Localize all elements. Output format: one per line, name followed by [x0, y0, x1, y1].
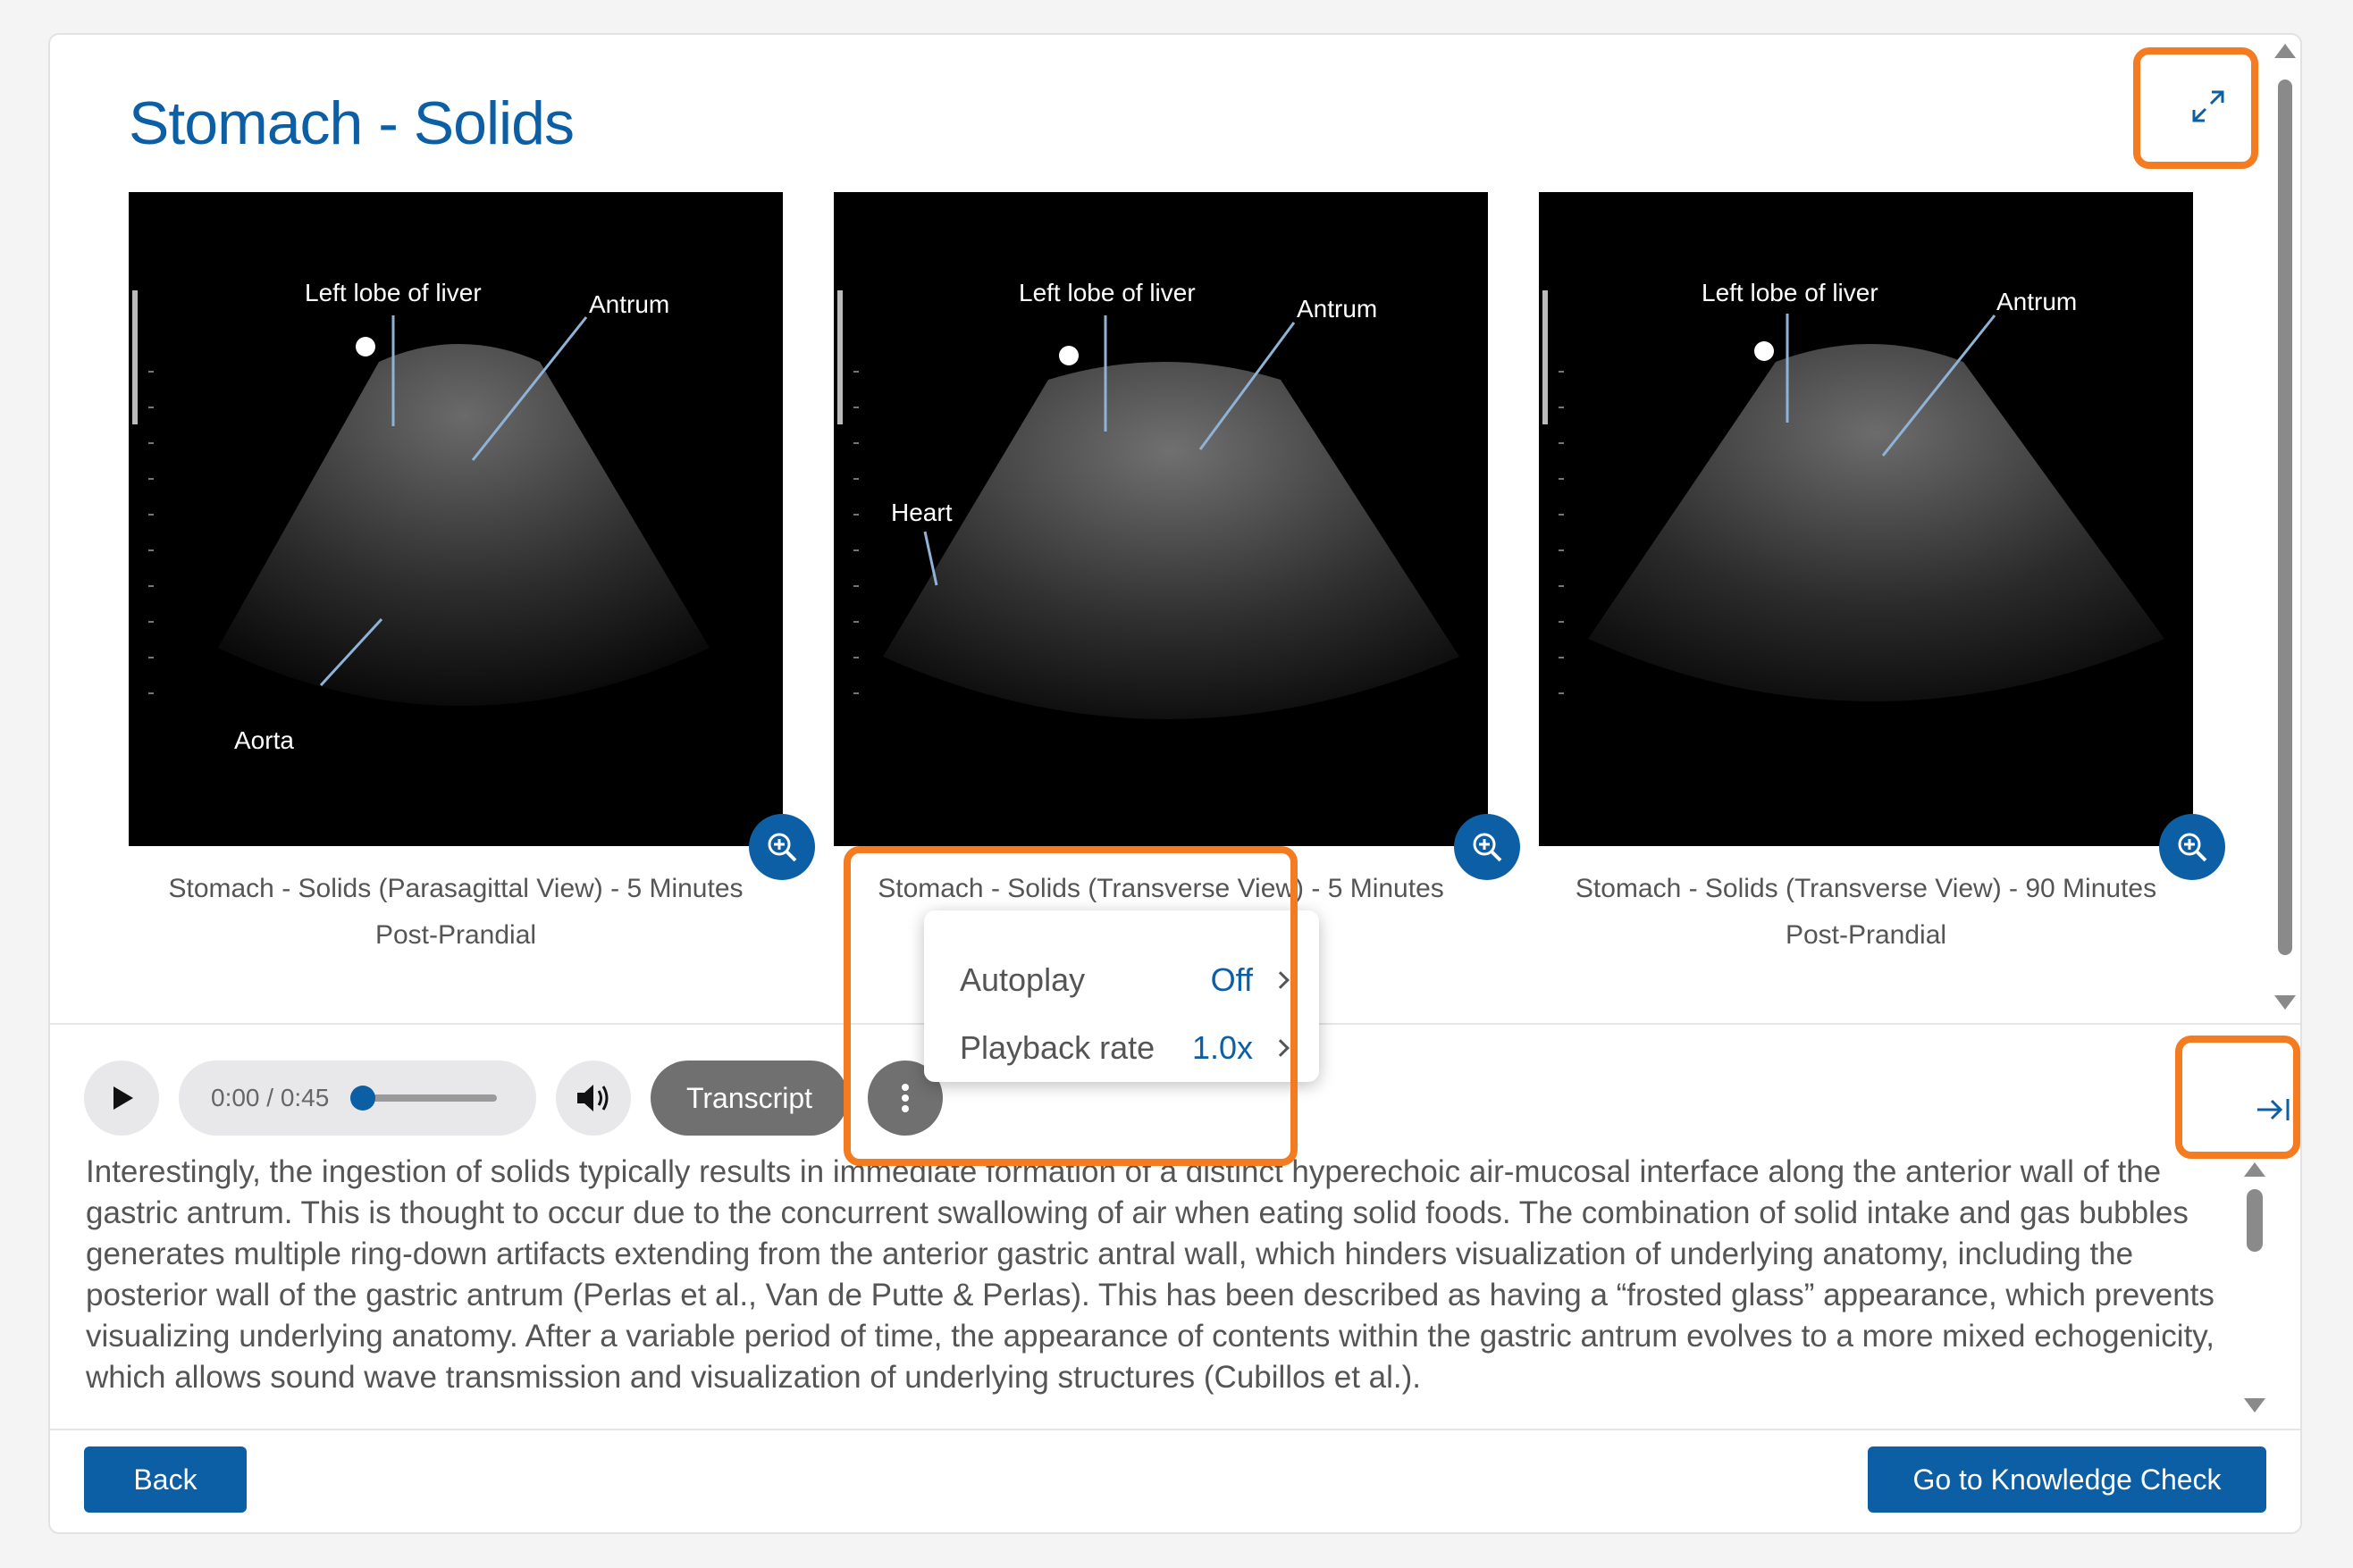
- ultrasound-image-transverse-90: Left lobe of liver Antrum: [1539, 192, 2193, 846]
- scrollbar-thumb[interactable]: [2278, 80, 2292, 955]
- ultrasound-image: Left lobe of liver Antrum: [1539, 192, 2193, 846]
- volume-icon: [577, 1085, 609, 1111]
- scroll-down-icon[interactable]: [2274, 995, 2296, 1010]
- settings-menu: Autoplay Off Playback rate 1.0x: [924, 910, 1319, 1082]
- menu-item-autoplay[interactable]: Autoplay Off: [960, 953, 1290, 1007]
- volume-button[interactable]: [556, 1061, 631, 1136]
- caption-line: Stomach - Solids (Transverse View) - 90 …: [1575, 874, 2157, 903]
- autoplay-label: Autoplay: [960, 961, 1086, 998]
- collapse-panel-button[interactable]: [2233, 1069, 2300, 1150]
- label-heart: Heart: [891, 499, 953, 526]
- ultrasound-image-transverse-5: Left lobe of liver Antrum Heart: [834, 192, 1488, 846]
- scrollbar-thumb[interactable]: [2247, 1189, 2263, 1252]
- caption-line: Post-Prandial: [374, 920, 537, 950]
- back-button[interactable]: Back: [84, 1446, 247, 1513]
- audio-player: 0:00 / 0:45 Transcript: [84, 1061, 944, 1136]
- scroll-up-icon[interactable]: [2244, 1162, 2265, 1177]
- playback-rate-value: 1.0x: [1191, 1029, 1253, 1066]
- zoom-in-icon: [2178, 833, 2207, 862]
- caption-line: Stomach - Solids (Transverse View) - 5 M…: [878, 874, 1444, 903]
- more-vertical-icon: [902, 1084, 910, 1112]
- arrow-to-right-icon: [2257, 1099, 2290, 1120]
- fullscreen-button[interactable]: [2164, 62, 2253, 151]
- footer-divider: [50, 1429, 2300, 1430]
- label-antrum: Antrum: [589, 290, 669, 318]
- scroll-down-icon[interactable]: [2244, 1398, 2265, 1413]
- play-button[interactable]: [84, 1061, 159, 1136]
- play-icon: [113, 1086, 133, 1110]
- playback-rate-label: Playback rate: [960, 1029, 1155, 1066]
- transcript-text: Interestingly, the ingestion of solids t…: [86, 1154, 2214, 1395]
- ultrasound-image-parasagittal: Left lobe of liver Antrum Aorta: [129, 192, 783, 846]
- image-caption-3: Stomach - Solids (Transverse View) - 90 …: [1539, 866, 2193, 959]
- label-liver: Left lobe of liver: [1019, 279, 1196, 306]
- ultrasound-image: Left lobe of liver Antrum Aorta: [129, 192, 783, 846]
- zoom-in-icon: [1473, 833, 1502, 862]
- page-title: Stomach - Solids: [129, 89, 575, 157]
- label-aorta: Aorta: [234, 726, 294, 754]
- progress-pill: 0:00 / 0:45: [179, 1061, 536, 1136]
- scroll-up-icon[interactable]: [2274, 44, 2296, 58]
- chevron-right-icon: [1272, 1039, 1290, 1057]
- caption-line: Stomach - Solids (Parasagittal View) - 5…: [168, 874, 744, 903]
- label-liver: Left lobe of liver: [1702, 279, 1878, 306]
- label-antrum: Antrum: [1996, 288, 2077, 315]
- label-antrum: Antrum: [1297, 295, 1377, 323]
- page-scrollbar[interactable]: [2270, 35, 2300, 1018]
- caption-line: Post-Prandial: [1785, 920, 1947, 950]
- transcript-scrollbar[interactable]: [2240, 1162, 2270, 1430]
- expand-icon: [2192, 90, 2224, 122]
- time-display: 0:00 / 0:45: [211, 1084, 330, 1111]
- content-card: Stomach - Solids Left lobe of liver Antr…: [48, 33, 2302, 1534]
- transcript-button[interactable]: Transcript: [651, 1061, 849, 1136]
- autoplay-value: Off: [1210, 961, 1253, 998]
- menu-item-playback-rate[interactable]: Playback rate 1.0x: [960, 1021, 1290, 1075]
- label-liver: Left lobe of liver: [305, 279, 482, 306]
- progress-slider[interactable]: [350, 1086, 498, 1111]
- ultrasound-image: Left lobe of liver Antrum Heart: [834, 192, 1488, 846]
- image-caption-1: Stomach - Solids (Parasagittal View) - 5…: [129, 866, 783, 959]
- progress-knob[interactable]: [350, 1086, 376, 1111]
- knowledge-check-button[interactable]: Go to Knowledge Check: [1868, 1446, 2266, 1513]
- zoom-in-icon: [768, 833, 797, 862]
- chevron-right-icon: [1272, 971, 1290, 989]
